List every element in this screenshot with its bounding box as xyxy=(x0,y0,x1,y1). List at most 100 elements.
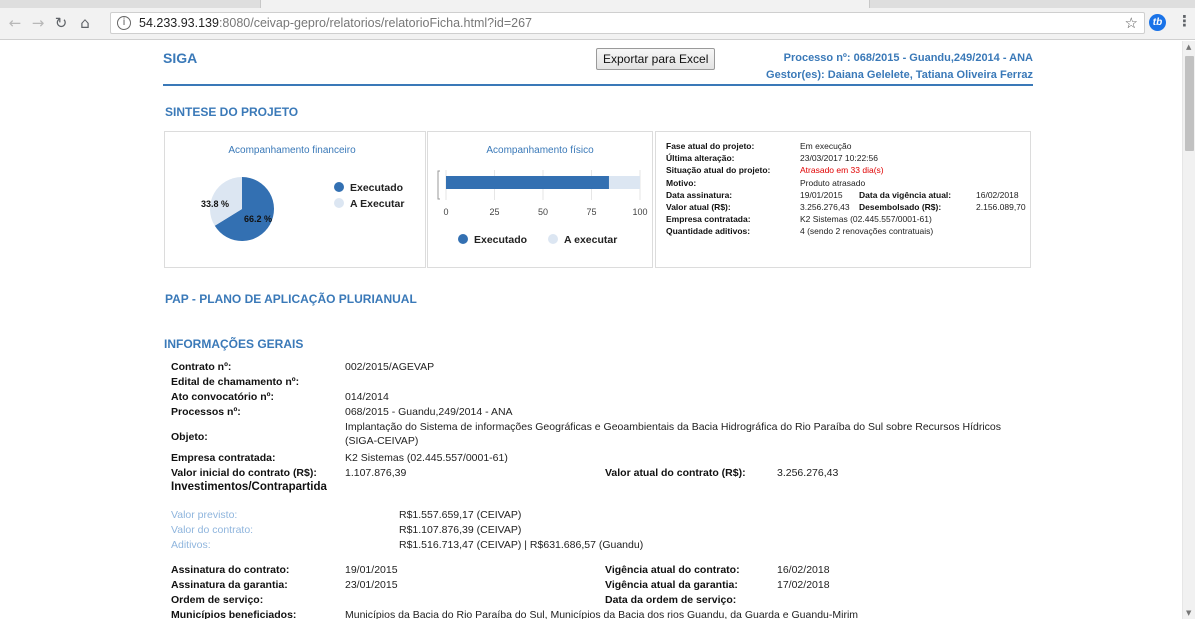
status-value: 4 (sendo 2 renovações contratuais) xyxy=(800,226,934,237)
address-bar[interactable]: i 54.233.93.139:8080/ceivap-gepro/relato… xyxy=(110,12,1145,34)
info-key: Ato convocatório nº: xyxy=(171,391,275,403)
legend-executado-label: Executado xyxy=(350,182,404,194)
home-icon[interactable]: ⌂ xyxy=(76,14,94,32)
info-value: 17/02/2018 xyxy=(777,579,830,591)
status-value: 19/01/2015 xyxy=(800,189,843,200)
x-tick-label: 0 xyxy=(443,207,449,217)
status-value: Em execução xyxy=(800,141,852,151)
status-key: Empresa contratada: xyxy=(666,214,751,225)
scroll-up-icon[interactable]: ▲ xyxy=(1186,43,1191,51)
info-key: Valor inicial do contrato (R$): xyxy=(171,467,317,479)
info-key: Vigência atual da garantia: xyxy=(605,579,738,591)
section-title-pap: PAP - PLANO DE APLICAÇÃO PLURIANUAL xyxy=(165,292,417,306)
info-key: Assinatura do contrato: xyxy=(171,564,290,576)
info-value: K2 Sistemas (02.445.557/0001-61) xyxy=(345,452,508,464)
status-key: Desembolsado (R$): xyxy=(859,201,942,212)
status-key: Fase atual do projeto: xyxy=(666,141,755,151)
extension-icon[interactable]: tb xyxy=(1149,14,1166,31)
invest-value: R$1.516.713,47 (CEIVAP) | R$631.686,57 (… xyxy=(399,539,644,551)
process-number: Processo nº: 068/2015 - Guandu,249/2014 … xyxy=(783,52,1033,64)
legend-dot-icon xyxy=(334,182,344,192)
physical-panel: Acompanhamento físico 0 25 50 75 100 Executa… xyxy=(427,131,653,268)
info-value: 014/2014 xyxy=(345,391,389,403)
info-key: Valor atual do contrato (R$): xyxy=(605,467,746,479)
status-value: 23/03/2017 10:22:56 xyxy=(800,153,878,164)
legend-fisico-a-executar-label: A executar xyxy=(564,234,618,246)
info-key: Empresa contratada: xyxy=(171,452,276,464)
status-key: Data da vigência atual: xyxy=(859,189,952,200)
info-key: Assinatura da garantia: xyxy=(171,579,288,591)
x-tick-label: 50 xyxy=(537,207,549,217)
url-text[interactable]: 54.233.93.139:8080/ceivap-gepro/relatori… xyxy=(139,16,532,30)
info-key: Processos nº: xyxy=(171,406,241,418)
financial-pie-chart xyxy=(209,177,274,241)
info-key: Objeto: xyxy=(171,431,208,443)
legend-a-executar-label: A Executar xyxy=(350,198,405,210)
bar-executado[interactable] xyxy=(446,176,609,189)
section-title-info: INFORMAÇÕES GERAIS xyxy=(164,337,304,351)
process-info: Processo nº: 068/2015 - Guandu,249/2014 … xyxy=(766,50,1033,84)
tab-strip xyxy=(0,0,1195,8)
status-key: Situação atual do projeto: xyxy=(666,165,771,176)
legend-fisico-a-executar[interactable]: A executar xyxy=(548,234,617,246)
back-arrow-icon[interactable]: ← xyxy=(6,14,24,32)
legend-fisico-executado[interactable]: Executado xyxy=(458,234,527,246)
legend-dot-icon xyxy=(548,234,558,244)
info-key: Data da ordem de serviço: xyxy=(605,594,737,606)
status-panel: Fase atual do projeto: Em execução Última… xyxy=(655,131,1031,268)
status-key: Quantidade aditivos: xyxy=(666,226,751,237)
physical-title: Acompanhamento físico xyxy=(486,145,594,156)
x-tick-label: 75 xyxy=(586,207,597,217)
page-scrollbar[interactable]: ▲ ▼ xyxy=(1182,41,1195,619)
export-excel-button[interactable]: Exportar para Excel xyxy=(596,48,716,70)
invest-key: Valor do contrato: xyxy=(171,524,254,536)
physical-bar-chart xyxy=(437,170,641,200)
report-header: SIGA Exportar para Excel Processo nº: 06… xyxy=(163,41,1033,86)
scroll-down-icon[interactable]: ▼ xyxy=(1186,609,1191,617)
invest-key: Valor previsto: xyxy=(171,509,238,521)
url-host: 54.233.93.139 xyxy=(139,16,219,30)
bookmark-star-icon[interactable]: ☆ xyxy=(1125,14,1138,32)
object-description: Implantação do Sistema de informações Ge… xyxy=(345,421,1002,447)
brand-logo: SIGA xyxy=(163,50,198,66)
info-value: 23/01/2015 xyxy=(345,579,398,591)
pie-label-a-executar: 33.8 % xyxy=(201,199,230,209)
legend-executado[interactable]: Executado xyxy=(334,182,403,194)
browser-menu-icon[interactable]: ⋮ xyxy=(1177,12,1192,30)
info-key: Municípios beneficiados: xyxy=(171,609,297,619)
url-path: :8080/ceivap-gepro/relatorios/relatorioF… xyxy=(218,16,532,30)
page-content: SIGA Exportar para Excel Processo nº: 06… xyxy=(0,41,1182,619)
browser-tab[interactable] xyxy=(260,0,870,8)
info-value: 068/2015 - Guandu,249/2014 - ANA xyxy=(345,406,513,418)
info-value: 1.107.876,39 xyxy=(345,467,407,479)
status-value: 3.256.276,43 xyxy=(800,201,850,212)
managers: Gestor(es): Daiana Gelelete, Tatiana Oli… xyxy=(766,69,1033,81)
financial-panel: Acompanhamento financeiro 33.8 % 66.2 % … xyxy=(164,131,426,268)
invest-value: R$1.107.876,39 (CEIVAP) xyxy=(399,524,522,536)
legend-fisico-executado-label: Executado xyxy=(474,234,528,246)
status-key: Valor atual (R$): xyxy=(666,201,731,212)
scrollbar-thumb[interactable] xyxy=(1185,56,1194,151)
x-tick-label: 100 xyxy=(632,207,648,217)
status-value: 16/02/2018 xyxy=(976,189,1019,200)
forward-arrow-icon[interactable]: → xyxy=(29,14,47,32)
info-key: Vigência atual do contrato: xyxy=(605,564,740,576)
info-icon[interactable]: i xyxy=(117,16,131,30)
x-tick-label: 25 xyxy=(489,207,500,217)
status-key: Última alteração: xyxy=(666,153,735,164)
status-value: K2 Sistemas (02.445.557/0001-61) xyxy=(800,214,932,225)
status-value: 2.156.089,70 xyxy=(976,201,1026,212)
browser-toolbar: ← → ↻ ⌂ i 54.233.93.139:8080/ceivap-gepr… xyxy=(0,0,1195,40)
reload-icon[interactable]: ↻ xyxy=(52,14,70,32)
invest-key: Aditivos: xyxy=(171,539,211,551)
info-value: 19/01/2015 xyxy=(345,564,398,576)
bar-a-executar[interactable] xyxy=(608,176,640,189)
status-value: Produto atrasado xyxy=(800,177,866,188)
legend-dot-icon xyxy=(458,234,468,244)
info-value: Municípios da Bacia do Rio Paraíba do Su… xyxy=(345,609,859,619)
section-title-sintese: SINTESE DO PROJETO xyxy=(165,105,299,119)
info-value: 002/2015/AGEVAP xyxy=(345,361,435,373)
legend-a-executar[interactable]: A Executar xyxy=(334,198,404,210)
status-key: Motivo: xyxy=(666,177,697,188)
invest-value: R$1.557.659,17 (CEIVAP) xyxy=(399,509,522,521)
